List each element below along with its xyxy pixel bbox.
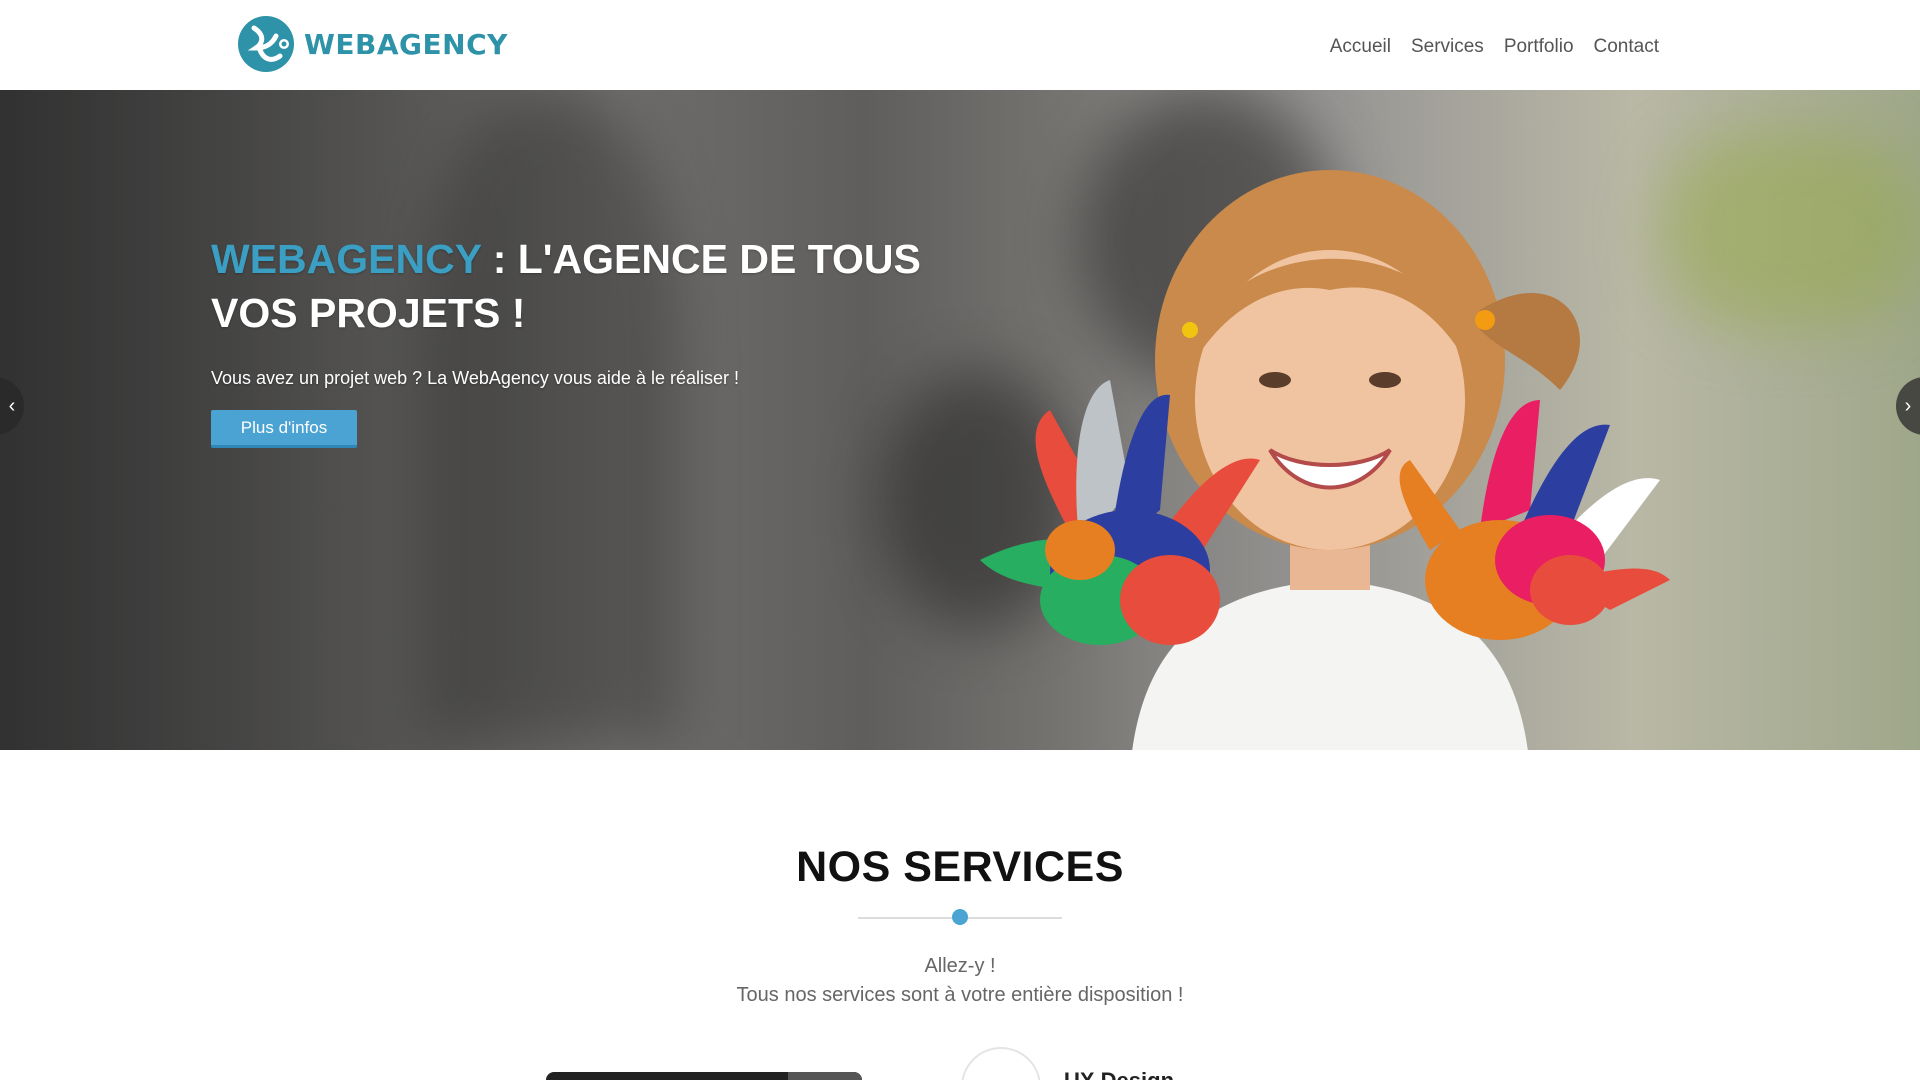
- nav-item-services[interactable]: Services: [1411, 36, 1484, 58]
- brand-name: WEBAGENCY: [304, 27, 508, 61]
- device-glare: [788, 1072, 862, 1080]
- services-title: NOS SERVICES: [796, 843, 1124, 891]
- main-nav: Accueil Services Portfolio Contact: [1330, 36, 1659, 58]
- brand-logo[interactable]: WEBAGENCY: [236, 14, 508, 74]
- chevron-right-icon: ›: [1904, 394, 1912, 417]
- services-subtitle-line2: Tous nos services sont à votre entière d…: [736, 984, 1184, 1006]
- hero-slider: WEBAGENCY : L'AGENCE DE TOUS VOS PROJETS…: [0, 90, 1920, 750]
- nav-item-contact[interactable]: Contact: [1594, 36, 1659, 58]
- chevron-left-icon: ‹: [8, 394, 16, 417]
- service-icon-circle: ●–: [961, 1047, 1041, 1080]
- site-header: WEBAGENCY Accueil Services Portfolio Con…: [0, 0, 1920, 90]
- logo-icon: [238, 16, 294, 72]
- hero-title-accent: WEBAGENCY: [211, 236, 482, 282]
- services-subtitle-line1: Allez-y !: [924, 955, 996, 977]
- divider-dot-icon: [952, 909, 968, 925]
- hero-subtitle: Vous avez un projet web ? La WebAgency v…: [211, 368, 739, 388]
- hero-title: WEBAGENCY : L'AGENCE DE TOUS VOS PROJETS…: [211, 232, 931, 340]
- hero-image-child-painted-hands: [980, 170, 1670, 750]
- more-info-button[interactable]: Plus d'infos: [211, 410, 357, 448]
- design-icon: ●–: [987, 1075, 1008, 1080]
- device-mockup-image: [546, 1072, 862, 1080]
- service-title: UX Design: [1064, 1068, 1174, 1080]
- nav-item-accueil[interactable]: Accueil: [1330, 36, 1391, 58]
- nav-item-portfolio[interactable]: Portfolio: [1504, 36, 1574, 58]
- services-subtitle: Allez-y ! Tous nos services sont à votre…: [0, 952, 1920, 1010]
